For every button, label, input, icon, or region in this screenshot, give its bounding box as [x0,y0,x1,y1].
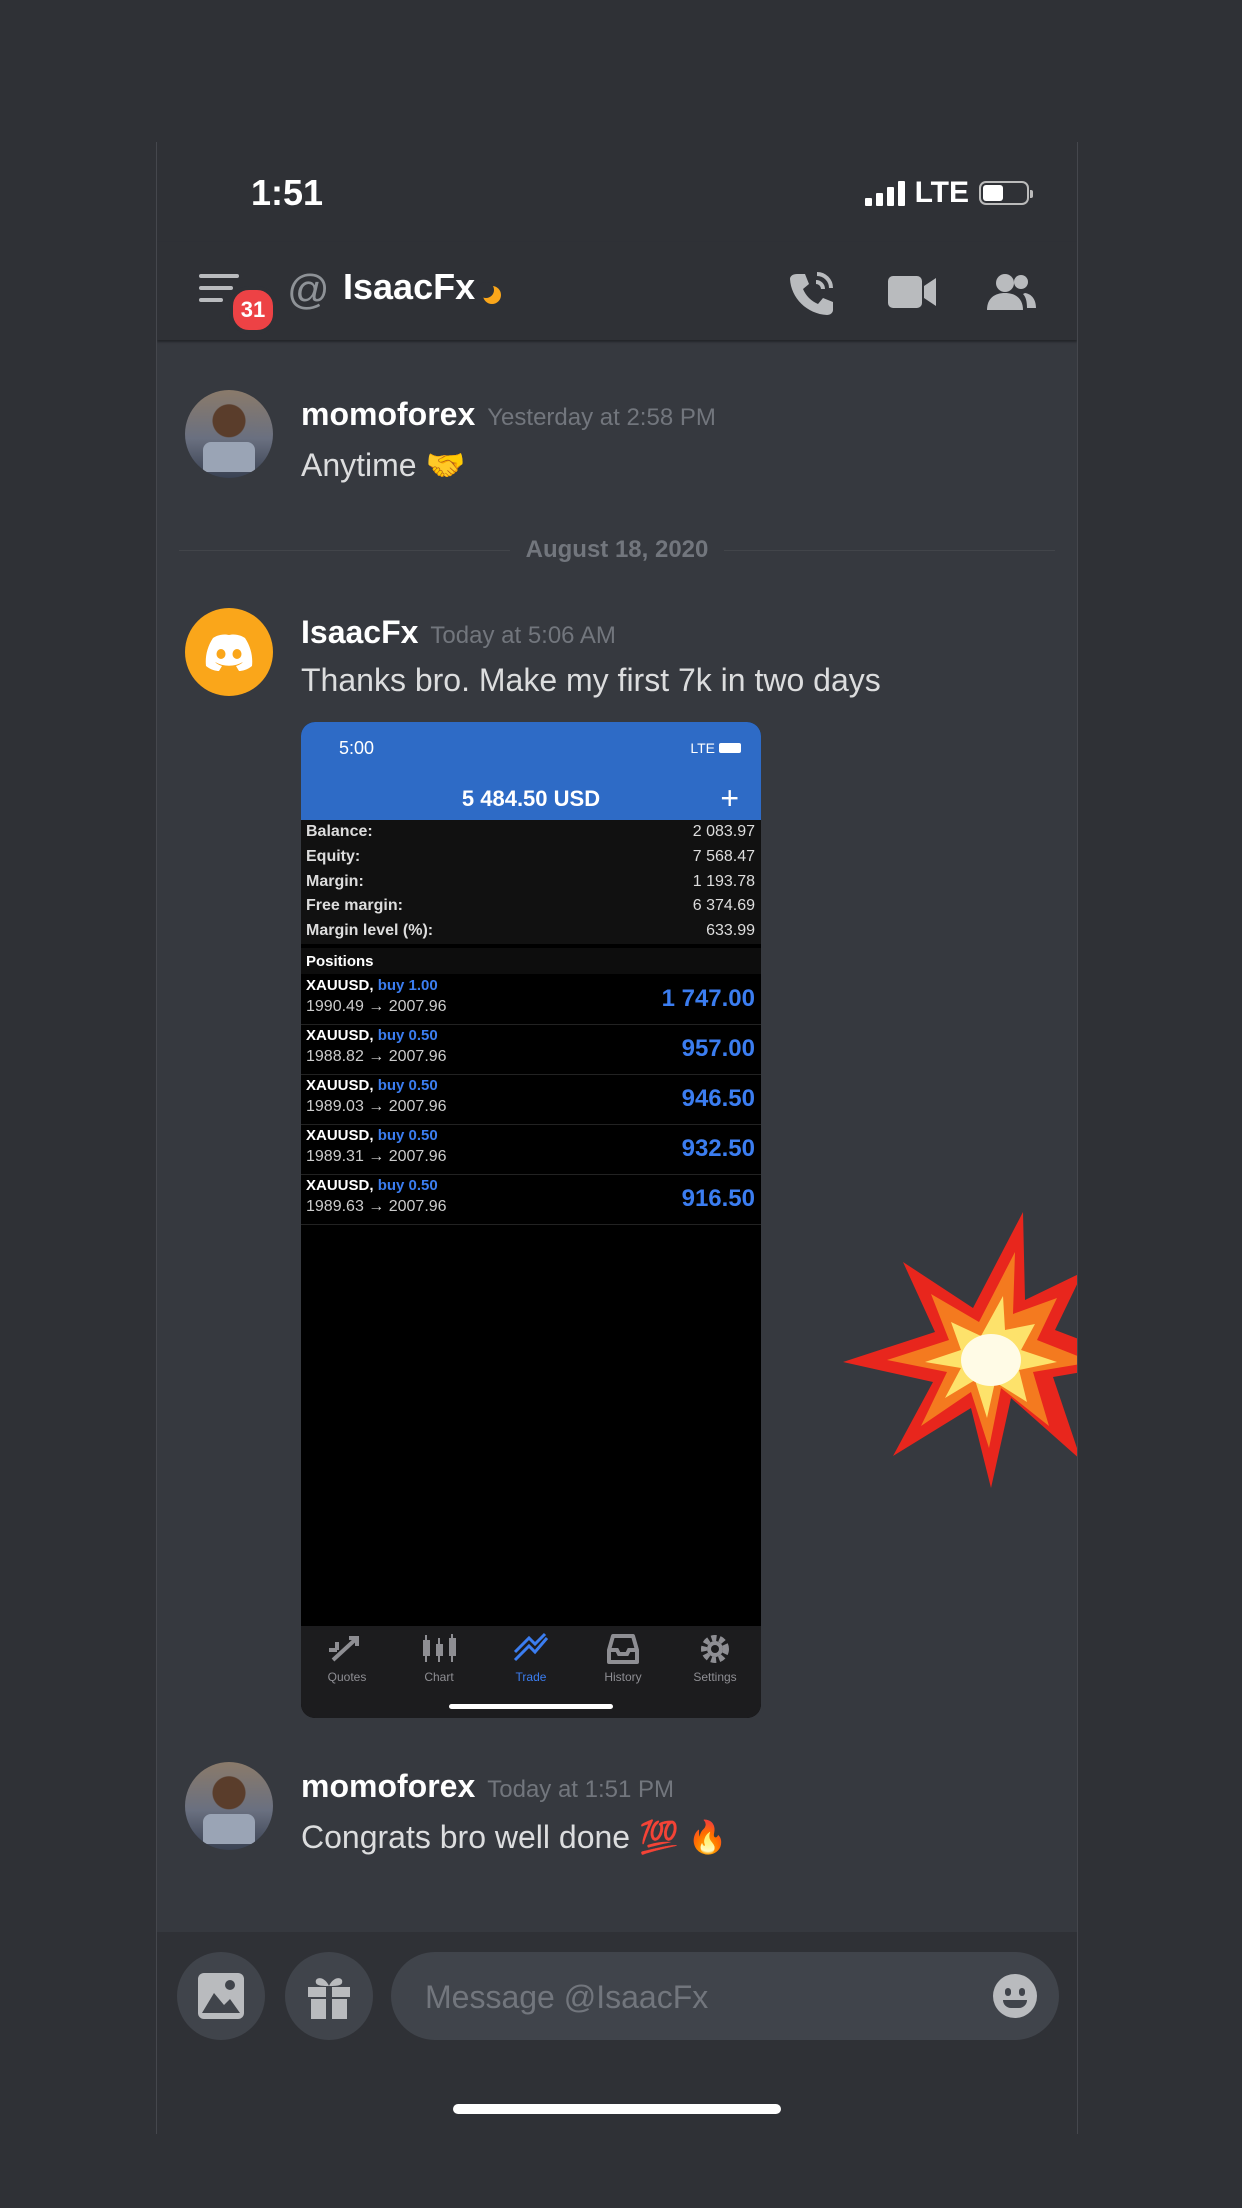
quotes-icon [329,1636,359,1662]
attachment-title-bar: 5 484.50 USD + [301,778,761,820]
settings-gear-icon [701,1635,729,1663]
position-row: XAUUSD, buy 0.50 1989.31 → 2007.96 932.5… [301,1124,761,1175]
attachment-plus-icon: + [720,780,739,816]
avatar[interactable] [185,1762,273,1850]
dm-header: 31 @ IsaacFx [157,242,1077,340]
message-text: Thanks bro. Make my first 7k in two days [301,662,881,698]
avatar[interactable] [185,608,273,696]
positions-header: Positions [301,948,761,974]
message-input-wrapper [391,1952,1059,2042]
tab-history: History [577,1632,669,1684]
attachment-home-indicator [449,1704,613,1709]
members-icon[interactable] [983,272,1037,312]
message-author[interactable]: momoforex [301,396,475,432]
chart-icon [423,1634,456,1662]
tab-trade: Trade [485,1632,577,1684]
home-indicator [453,2104,781,2114]
message-author[interactable]: IsaacFx [301,614,418,650]
voice-call-icon[interactable] [787,270,837,316]
discord-logo-icon [205,634,253,671]
message-timestamp: Today at 1:51 PM [487,1776,675,1803]
attachment-status-bar: 5:00 LTE [301,722,761,778]
tab-chart: Chart [393,1632,485,1684]
account-row: Margin: 1 193.78 [306,872,755,890]
upload-image-button[interactable] [177,1952,265,2040]
gift-icon [308,1978,350,2019]
tab-quotes: Quotes [301,1632,393,1684]
status-time: 1:51 [251,172,324,213]
attachment-status-time: 5:00 [339,738,375,758]
channel-name: IsaacFx [343,266,476,307]
message-author[interactable]: momoforex [301,1768,475,1804]
trade-icon [513,1632,549,1662]
message-input[interactable] [423,1952,987,2042]
collision-emoji-icon [843,1212,1077,1488]
position-row: XAUUSD, buy 0.50 1989.03 → 2007.96 946.5… [301,1074,761,1125]
date-divider: August 18, 2020 [157,536,1077,564]
attachment-status-indicators: LTE [690,740,741,756]
message-timestamp: Today at 5:06 AM [430,622,616,649]
status-bar: 1:51 LTE [157,142,1077,242]
position-row: XAUUSD, buy 1.00 1990.49 → 2007.96 1 747… [301,974,761,1025]
message-text: Anytime 🤝 [301,447,466,483]
status-indicators: LTE [864,176,1033,210]
signal-icon [864,180,905,206]
at-symbol-icon: @ [287,266,330,313]
account-summary: Balance: 2 083.97 Equity: 7 568.47 Margin:… [301,820,761,944]
history-icon [607,1634,639,1664]
message-timestamp: Yesterday at 2:58 PM [487,404,716,431]
attachment-battery-icon [719,743,741,753]
notification-badge: 31 [229,286,277,334]
image-icon [198,1973,244,2019]
position-row: XAUUSD, buy 0.50 1988.82 → 2007.96 957.0… [301,1024,761,1075]
tab-settings: Settings [669,1632,761,1684]
phone-frame: 1:51 LTE 31 @ IsaacFx momoforex Yesterda… [156,142,1078,2134]
account-row: Margin level (%): 633.99 [306,922,755,940]
gift-button[interactable] [285,1952,373,2040]
account-row: Free margin: 6 374.69 [306,897,755,915]
attachment-total: 5 484.50 USD [461,786,601,811]
idle-status-icon [478,282,501,304]
avatar[interactable] [185,390,273,478]
emoji-picker-icon[interactable] [993,1974,1037,2018]
image-attachment[interactable]: 5:00 LTE 5 484.50 USD + Balance: 2 083.97… [301,722,761,1718]
battery-icon [979,181,1033,205]
attachment-network: LTE [690,740,715,756]
account-row: Equity: 7 568.47 [306,847,755,865]
account-row: Balance: 2 083.97 [306,823,755,840]
network-type: LTE [914,176,969,209]
attachment-tab-bar: Quotes Chart Trade History Settings [301,1626,761,1718]
video-call-icon[interactable] [887,274,937,310]
position-row: XAUUSD, buy 0.50 1989.63 → 2007.96 916.5… [301,1174,761,1225]
message-text: Congrats bro well done 💯 🔥 [301,1819,728,1855]
